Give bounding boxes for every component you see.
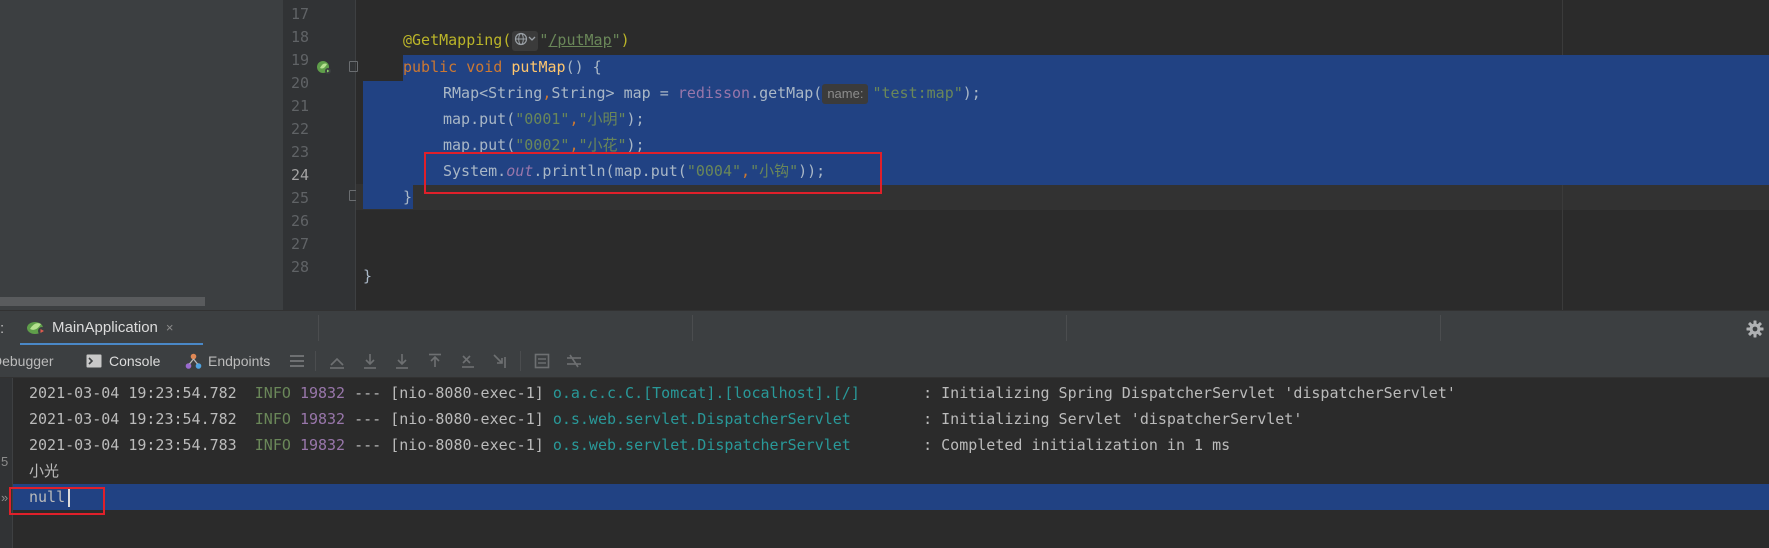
spring-boot-run-icon <box>27 322 46 335</box>
tab-console[interactable]: Console <box>86 345 160 377</box>
annotation: @GetMapping( <box>403 31 512 49</box>
tab-debugger[interactable]: Debugger <box>0 345 54 377</box>
code-line-27: } <box>363 267 373 285</box>
run-toolbar: Debugger Console Endpoints <box>0 345 1769 378</box>
console-gutter-glyph: » <box>1 490 9 505</box>
endpoints-icon <box>185 353 202 369</box>
code-line-18: @GetMapping("/putMap") <box>403 30 630 51</box>
console-selection <box>13 484 1769 510</box>
mapping-path[interactable]: /putMap <box>548 31 611 49</box>
close-icon[interactable]: × <box>166 320 174 335</box>
show-execution-point-icon[interactable] <box>329 353 345 369</box>
run-tool-window-header: : MainApplication × <box>0 310 1769 346</box>
project-pane-scrollbar[interactable] <box>0 297 205 306</box>
header-divider <box>1066 315 1067 341</box>
log-line: 2021-03-04 19:23:54.782 INFO 19832 --- [… <box>29 410 1303 428</box>
project-pane[interactable] <box>0 0 283 310</box>
code-line-24: } <box>403 188 413 206</box>
log-line: 2021-03-04 19:23:54.782 INFO 19832 --- [… <box>29 384 1456 402</box>
console-icon <box>86 354 102 368</box>
toolbar-divider <box>315 351 316 371</box>
run-tab-mainapplication[interactable]: MainApplication × <box>20 311 203 346</box>
code-editor[interactable]: 17 18 19 20 21 22 23 24 25 26 27 28 @Get… <box>0 0 1769 310</box>
run-tab-label: MainApplication <box>52 318 158 336</box>
step-out-icon[interactable] <box>427 353 443 369</box>
code-line-21: map.put("0001","小明"); <box>443 110 645 128</box>
annotation-highlight-box <box>424 152 882 194</box>
header-divider <box>1440 315 1441 341</box>
tab-endpoints[interactable]: Endpoints <box>185 345 270 377</box>
globe-icon[interactable] <box>512 30 539 51</box>
code-line-19: public void putMap() { <box>403 58 602 76</box>
header-edge-glyph: : <box>0 320 5 337</box>
console-output-line: 小光 <box>29 462 60 480</box>
evaluate-expression-icon[interactable] <box>534 353 550 369</box>
log-line: 2021-03-04 19:23:54.783 INFO 19832 --- [… <box>29 436 1231 454</box>
trace-icon[interactable] <box>566 353 582 369</box>
step-into-icon[interactable] <box>394 353 410 369</box>
drop-frame-icon[interactable] <box>460 353 476 369</box>
toolbar-divider <box>520 351 521 371</box>
run-to-cursor-icon[interactable] <box>492 353 508 369</box>
header-divider <box>318 315 319 341</box>
step-over-icon[interactable] <box>362 353 378 369</box>
output-highlight-box <box>9 487 105 515</box>
spring-run-icon[interactable] <box>316 59 332 75</box>
parameter-hint: name: <box>822 84 869 104</box>
line-number: 28 <box>290 258 309 276</box>
menu-icon[interactable] <box>289 353 305 369</box>
method-name: putMap <box>511 58 566 76</box>
selection-line <box>403 55 1769 81</box>
fold-marker[interactable] <box>349 61 358 72</box>
gear-icon[interactable] <box>1746 320 1764 338</box>
console-output[interactable]: 5 » 2021-03-04 19:23:54.782 INFO 19832 -… <box>0 378 1769 548</box>
code-line-20: RMap<String,String> map = redisson.getMa… <box>443 84 981 104</box>
header-divider <box>692 315 693 341</box>
console-gutter-glyph: 5 <box>1 454 9 469</box>
